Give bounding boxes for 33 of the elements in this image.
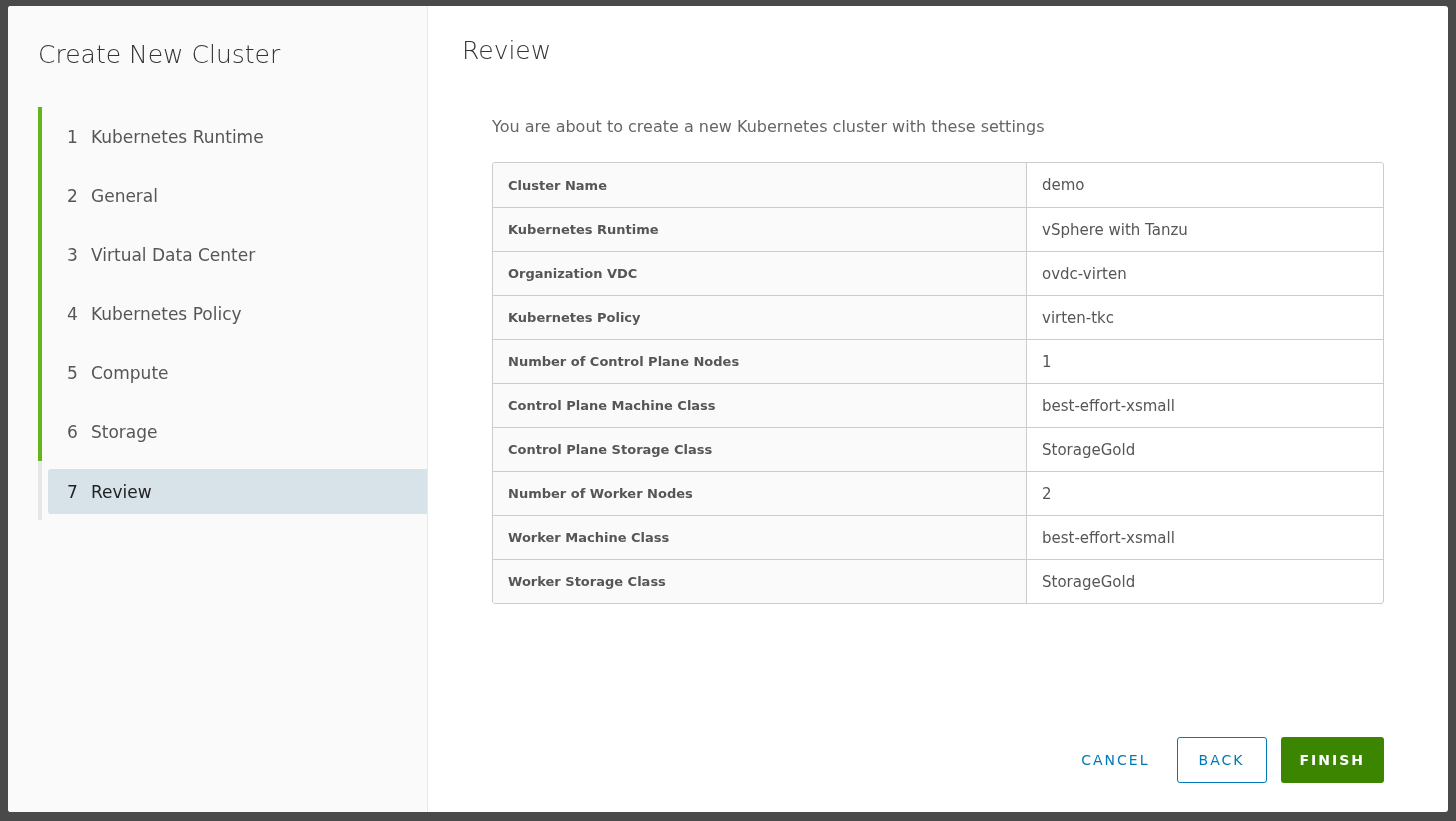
- setting-value: best-effort-xsmall: [1041, 395, 1176, 417]
- setting-value: StorageGold: [1041, 439, 1137, 461]
- wizard-step[interactable]: 6 Storage: [42, 402, 427, 461]
- setting-name: Control Plane Storage Class: [493, 428, 1027, 471]
- setting-value: 2: [1041, 483, 1053, 505]
- wizard-step[interactable]: 4 Kubernetes Policy: [42, 284, 427, 343]
- setting-name: Kubernetes Runtime: [493, 208, 1027, 251]
- setting-name: Kubernetes Policy: [493, 296, 1027, 339]
- setting-value: virten-tkc: [1041, 307, 1116, 329]
- setting-name: Organization VDC: [493, 252, 1027, 295]
- wizard-title: Create New Cluster: [38, 40, 282, 69]
- back-button[interactable]: BACK: [1176, 737, 1267, 783]
- setting-name: Cluster Name: [493, 163, 1027, 207]
- setting-name: Worker Storage Class: [493, 560, 1027, 603]
- wizard-step[interactable]: 7 Review: [48, 469, 427, 514]
- setting-name: Worker Machine Class: [493, 516, 1027, 559]
- cancel-button[interactable]: CANCEL: [1068, 737, 1163, 783]
- setting-value: ovdc-virten: [1041, 263, 1128, 285]
- setting-value: vSphere with Tanzu: [1041, 219, 1189, 241]
- wizard-step[interactable]: 1 Kubernetes Runtime: [42, 107, 427, 166]
- page-title: Review: [462, 36, 553, 65]
- setting-value: 1: [1041, 351, 1053, 373]
- setting-value: best-effort-xsmall: [1041, 527, 1176, 549]
- setting-value: demo: [1041, 175, 1086, 196]
- wizard-step[interactable]: 3 Virtual Data Center: [42, 225, 427, 284]
- wizard-step[interactable]: 2 General: [42, 166, 427, 225]
- finish-button[interactable]: FINISH: [1280, 737, 1384, 783]
- setting-name: Number of Worker Nodes: [493, 472, 1027, 515]
- wizard-step[interactable]: 5 Compute: [42, 343, 427, 402]
- setting-name: Number of Control Plane Nodes: [493, 340, 1027, 383]
- intro-text: You are about to create a new Kubernetes cluster with these settings: [492, 117, 1046, 136]
- setting-name: Control Plane Machine Class: [493, 384, 1027, 427]
- setting-value: StorageGold: [1041, 571, 1137, 593]
